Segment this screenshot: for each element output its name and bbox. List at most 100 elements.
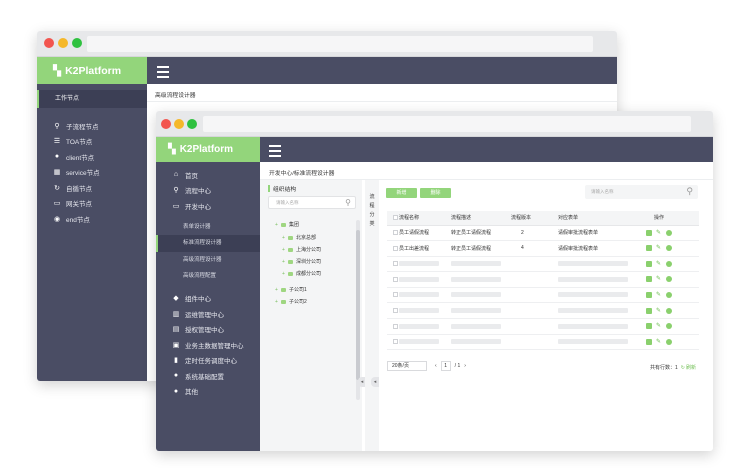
- view-icon[interactable]: [646, 292, 652, 298]
- refresh-icon[interactable]: ↻: [681, 365, 685, 371]
- row-checkbox[interactable]: [393, 292, 398, 298]
- maximize-dot[interactable]: [187, 119, 197, 129]
- process-category-tab[interactable]: 流 程 分 类: [365, 180, 379, 451]
- tree-node[interactable]: + 成都分公司: [282, 270, 321, 278]
- refresh-link[interactable]: 刷新: [686, 364, 696, 371]
- settings-icon[interactable]: [666, 307, 672, 314]
- sidebar-subitem-form-designer[interactable]: 表单设计器: [156, 219, 260, 236]
- sidebar-item-masterdata-center[interactable]: ▣ 业务主数据管理中心: [156, 337, 260, 353]
- view-icon[interactable]: [646, 323, 652, 330]
- table-row-placeholder[interactable]: ✎: [387, 334, 699, 351]
- app-logo: ▚ K2Platform: [37, 57, 147, 84]
- edit-icon[interactable]: ✎: [656, 323, 662, 329]
- row-checkbox[interactable]: [393, 323, 398, 329]
- table-row-placeholder[interactable]: ✎: [387, 256, 699, 273]
- edit-icon[interactable]: ✎: [656, 276, 662, 282]
- table-row-placeholder[interactable]: ✎: [387, 271, 699, 288]
- sidebar-subitem-advanced-designer[interactable]: 高级流程设计器: [156, 252, 260, 269]
- table-row[interactable]: 员工请假流程 转正员工请假流程 2 请假审批流程表单 ✎: [387, 225, 699, 242]
- edit-icon[interactable]: ✎: [656, 339, 662, 345]
- system-config-icon: ●: [173, 372, 179, 380]
- settings-icon[interactable]: [666, 229, 672, 236]
- table-row-placeholder[interactable]: ✎: [387, 287, 699, 304]
- tree-node[interactable]: + 上海分公司: [282, 246, 321, 254]
- back-sidebar-item[interactable]: ◉ end节点: [37, 211, 147, 227]
- sidebar-item-process-center[interactable]: ⚲ 流程中心: [156, 183, 260, 199]
- sidebar-item-component-center[interactable]: ◆ 组件中心: [156, 291, 260, 307]
- sidebar-item-other[interactable]: ● 其他: [156, 384, 260, 400]
- tree-node[interactable]: + 集团: [275, 221, 299, 229]
- back-sidebar-item[interactable]: ▦ service节点: [37, 165, 147, 181]
- prev-page-icon[interactable]: ‹: [435, 363, 437, 369]
- url-bar[interactable]: [87, 36, 593, 52]
- close-dot[interactable]: [161, 119, 171, 129]
- menu-toggle-icon[interactable]: [269, 145, 281, 160]
- edit-icon[interactable]: ✎: [656, 230, 662, 236]
- maximize-dot[interactable]: [72, 38, 82, 48]
- sidebar-subitem-advanced-config[interactable]: 高级流程配置: [156, 268, 260, 285]
- sidebar-subitem-standard-designer[interactable]: 标准流程设计器: [156, 235, 260, 252]
- row-checkbox[interactable]: [393, 245, 398, 251]
- edit-icon[interactable]: ✎: [656, 245, 662, 251]
- edit-icon[interactable]: ✎: [656, 308, 662, 314]
- view-icon[interactable]: [646, 307, 652, 314]
- settings-icon[interactable]: [666, 245, 672, 252]
- back-sidebar-item[interactable]: ▭ 网关节点: [37, 196, 147, 212]
- tree-scrollbar-thumb[interactable]: [356, 230, 360, 380]
- table-row-placeholder[interactable]: ✎: [387, 302, 699, 320]
- sidebar-item-system-config[interactable]: ● 系统基础配置: [156, 368, 260, 384]
- next-page-icon[interactable]: ›: [464, 363, 466, 369]
- table-row[interactable]: 员工出差流程 转正员工请假流程 4 请假审批流程表单 ✎: [387, 240, 699, 257]
- row-checkbox[interactable]: [393, 261, 398, 267]
- settings-icon[interactable]: [666, 338, 672, 345]
- settings-icon[interactable]: [666, 323, 672, 330]
- org-search-input[interactable]: 请输入名称 ⚲: [268, 196, 356, 209]
- url-bar[interactable]: [203, 116, 691, 132]
- close-dot[interactable]: [44, 38, 54, 48]
- sidebar-item-ops-center[interactable]: ▥ 运维管理中心: [156, 306, 260, 322]
- page-size-select[interactable]: 20条/页: [387, 361, 427, 371]
- select-all-checkbox[interactable]: [393, 214, 398, 220]
- collapse-category-button[interactable]: ◂: [371, 377, 379, 387]
- delete-button[interactable]: 删除: [420, 188, 451, 198]
- sidebar-item-auth-center[interactable]: ▤ 授权管理中心: [156, 322, 260, 338]
- tree-node[interactable]: + 深圳分公司: [282, 258, 321, 266]
- back-sidebar-item[interactable]: ☰ TOA节点: [37, 134, 147, 150]
- settings-icon[interactable]: [666, 292, 672, 298]
- page-number-input[interactable]: 1: [440, 361, 451, 371]
- back-sidebar-item[interactable]: ↻ 自循节点: [37, 180, 147, 196]
- folder-icon: [281, 299, 286, 304]
- folder-icon: [281, 287, 286, 292]
- settings-icon[interactable]: [666, 260, 672, 267]
- table-row-placeholder[interactable]: ✎: [387, 318, 699, 335]
- minimize-dot[interactable]: [58, 38, 68, 48]
- tree-node[interactable]: + 子公司2: [275, 298, 307, 306]
- process-search-input[interactable]: 请输入名称 ⚲: [585, 185, 698, 199]
- add-button[interactable]: 新增: [386, 188, 417, 198]
- settings-icon[interactable]: [666, 276, 672, 283]
- view-icon[interactable]: [646, 260, 652, 267]
- sidebar-item-dev-center[interactable]: ▭ 开发中心: [156, 198, 260, 214]
- edit-icon[interactable]: ✎: [656, 261, 662, 267]
- view-icon[interactable]: [646, 276, 652, 283]
- tree-node[interactable]: + 子公司1: [275, 286, 307, 294]
- search-icon[interactable]: ⚲: [345, 198, 351, 207]
- row-checkbox[interactable]: [393, 229, 398, 235]
- sidebar-item-home[interactable]: ⌂ 首页: [156, 167, 260, 183]
- row-checkbox[interactable]: [393, 276, 398, 282]
- minimize-dot[interactable]: [174, 119, 184, 129]
- sidebar-item-schedule-center[interactable]: ▮ 定时任务调度中心: [156, 353, 260, 369]
- sitemap-icon: ⚲: [54, 122, 60, 130]
- edit-icon[interactable]: ✎: [656, 292, 662, 298]
- row-checkbox[interactable]: [393, 307, 398, 313]
- view-icon[interactable]: [646, 229, 652, 236]
- col-form: 对应表单: [558, 211, 644, 226]
- menu-toggle-icon[interactable]: [157, 66, 169, 81]
- search-icon[interactable]: ⚲: [686, 186, 693, 197]
- tree-node[interactable]: + 北京总部: [282, 234, 316, 242]
- view-icon[interactable]: [646, 245, 652, 252]
- back-sidebar-item[interactable]: ● client节点: [37, 149, 147, 165]
- back-sidebar-item[interactable]: ⚲ 子流程节点: [37, 118, 147, 134]
- view-icon[interactable]: [646, 338, 652, 345]
- row-checkbox[interactable]: [393, 339, 398, 345]
